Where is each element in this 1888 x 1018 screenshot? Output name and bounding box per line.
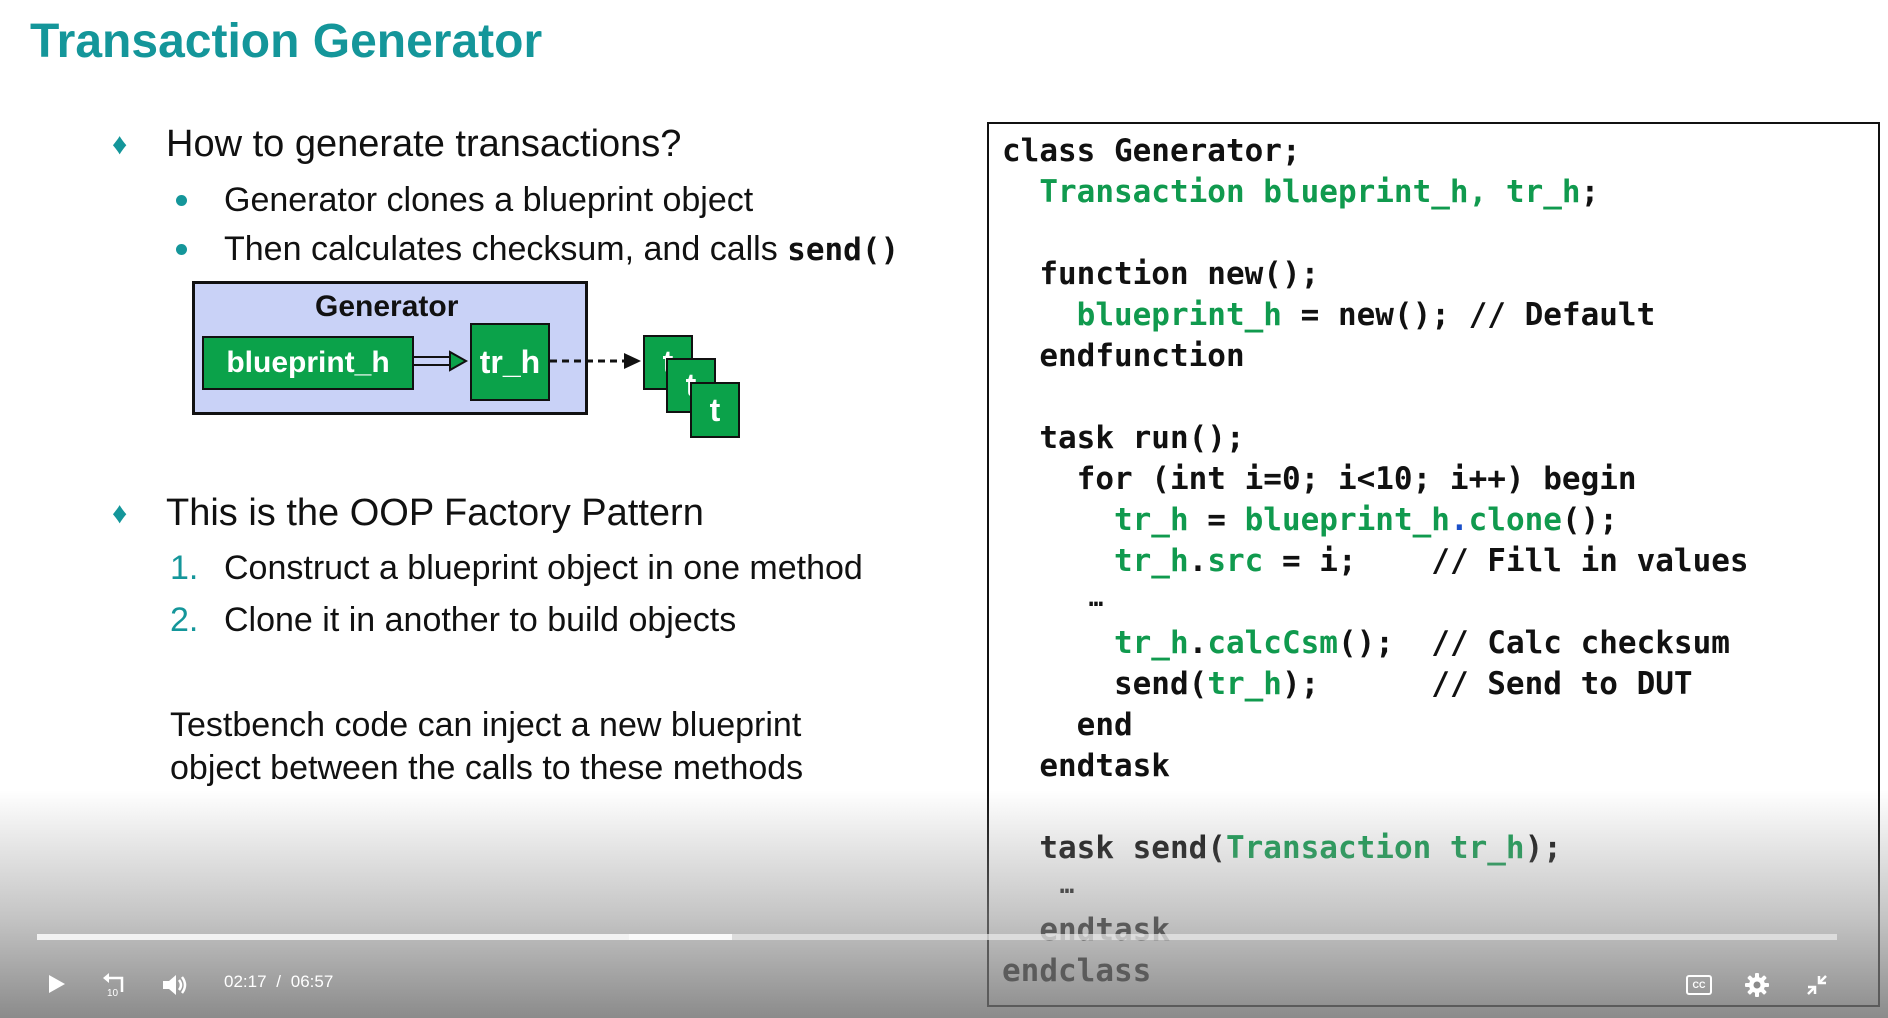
code-line: endtask: [1002, 748, 1170, 784]
exit-fullscreen-icon: [1807, 975, 1827, 995]
code-text: tr_h: [1002, 543, 1189, 579]
duration: 06:57: [290, 972, 334, 991]
clone-arrow: [414, 350, 469, 372]
note-line-2: object between the calls to these method…: [170, 749, 804, 787]
code-text: endtask: [1002, 748, 1170, 784]
code-line: Transaction blueprint_h, tr_h;: [1002, 174, 1599, 210]
captions-icon: CC: [1686, 975, 1712, 995]
slide: Transaction Generator ♦ How to generate …: [0, 0, 1888, 1018]
code-text: endfunction: [1002, 338, 1245, 374]
captions-label: CC: [1692, 980, 1706, 990]
step-text: Construct a blueprint object in one meth…: [224, 549, 863, 587]
volume-icon: [163, 975, 187, 995]
step-number: 1.: [170, 549, 199, 587]
play-icon: [49, 975, 65, 993]
code-line: …: [1002, 584, 1103, 612]
code-line: endfunction: [1002, 338, 1245, 374]
code-text: blueprint_h: [1244, 502, 1450, 538]
code-line: for (int i=0; i<10; i++) begin: [1002, 461, 1637, 497]
captions-button[interactable]: CC: [1684, 972, 1714, 998]
code-text: endtask: [1002, 912, 1170, 948]
code-text: calcCsm: [1207, 625, 1338, 661]
code-text: ();: [1561, 502, 1618, 538]
code-text: tr_h: [1207, 666, 1282, 702]
code-text: endclass: [1002, 953, 1152, 989]
exit-fullscreen-button[interactable]: [1802, 970, 1832, 1000]
code-text: task run();: [1002, 420, 1245, 456]
code-line: endtask: [1002, 912, 1170, 948]
time-separator: /: [276, 972, 282, 991]
code-line: end: [1002, 707, 1133, 743]
code-text: tr_h: [1002, 502, 1189, 538]
code-text: src: [1207, 543, 1264, 579]
code-text: Transaction tr_h: [1225, 830, 1525, 866]
code-text: (); // Calc checksum: [1337, 625, 1730, 661]
code-line: function new();: [1002, 256, 1319, 292]
code-text: =: [1188, 502, 1245, 538]
code-text: ;: [1580, 174, 1600, 210]
code-line: blueprint_h = new(); // Default: [1002, 297, 1656, 333]
code-line: task run();: [1002, 420, 1245, 456]
progress-played: [37, 934, 630, 940]
code-text: task send(: [1002, 830, 1226, 866]
code-line: …: [1002, 871, 1074, 899]
code-text: for (int i=0; i<10; i++) begin: [1002, 461, 1637, 497]
step-number: 2.: [170, 601, 199, 639]
rewind-10-button[interactable]: 10: [98, 968, 132, 1002]
code-line: tr_h = blueprint_h.clone();: [1002, 502, 1618, 538]
time-display: 02:17 / 06:57: [224, 972, 333, 992]
code-text: = i; // Fill in values: [1263, 543, 1749, 579]
code-text: ); // Send to DUT: [1281, 666, 1693, 702]
code-text: …: [1002, 584, 1104, 612]
code-line: endclass: [1002, 953, 1151, 989]
code-text: blueprint_h: [1002, 297, 1282, 333]
code-line: tr_h.src = i; // Fill in values: [1002, 543, 1749, 579]
code-line: send(tr_h); // Send to DUT: [1002, 666, 1693, 702]
code-text: clone: [1468, 502, 1562, 538]
code-text: class Generator;: [1002, 133, 1301, 169]
code-text: tr_h: [1002, 625, 1189, 661]
current-time: 02:17: [224, 972, 267, 991]
rewind-10-icon: 10: [103, 973, 124, 999]
note-line-1: Testbench code can inject a new blueprin…: [170, 706, 802, 744]
settings-button[interactable]: [1742, 970, 1772, 1000]
code-line: task send(Transaction tr_h);: [1002, 830, 1562, 866]
code-line: tr_h.calcCsm(); // Calc checksum: [1002, 625, 1730, 661]
code-text: .: [1188, 625, 1208, 661]
code-text: .: [1449, 502, 1469, 538]
code-text: send(: [1002, 666, 1208, 702]
bullet-factory-pattern: This is the OOP Factory Pattern: [166, 492, 704, 534]
play-button[interactable]: [40, 968, 72, 1000]
gear-icon: [1745, 973, 1769, 997]
rewind-label: 10: [107, 988, 119, 999]
code-line: class Generator;: [1002, 133, 1301, 169]
code-text: end: [1002, 707, 1133, 743]
code-text: …: [1002, 871, 1075, 899]
step-text: Clone it in another to build objects: [224, 601, 737, 639]
volume-button[interactable]: [158, 968, 192, 1002]
progress-bar[interactable]: [37, 934, 1837, 940]
code-text: .: [1188, 543, 1208, 579]
code-text: );: [1524, 830, 1562, 866]
code-text: = new(); // Default: [1281, 297, 1656, 333]
send-dashed-arrow: [550, 353, 641, 369]
code-text: Transaction blueprint_h, tr_h: [1002, 174, 1581, 210]
bullet-diamond-icon: ♦: [112, 497, 128, 530]
code-text: function new();: [1002, 256, 1320, 292]
